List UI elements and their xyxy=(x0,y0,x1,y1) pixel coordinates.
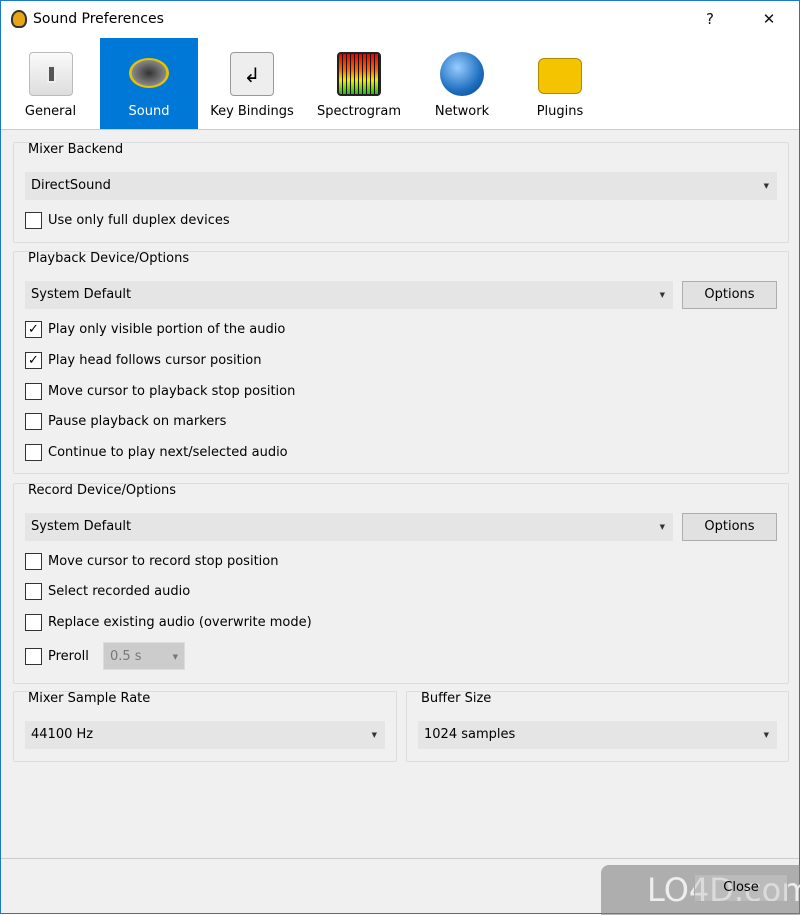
checkbox-label: Select recorded audio xyxy=(48,583,191,599)
select-value: DirectSound xyxy=(31,178,111,193)
playback-device-select[interactable]: System Default ▼ xyxy=(25,281,673,309)
checkbox-box[interactable] xyxy=(25,647,42,665)
spectrogram-icon xyxy=(337,52,381,96)
tab-label: Plugins xyxy=(536,104,584,119)
tab-label: Spectrogram xyxy=(317,104,401,119)
checkbox-label: Replace existing audio (overwrite mode) xyxy=(48,614,312,630)
dropdown-arrow-icon: ▼ xyxy=(763,182,769,190)
option-checkbox[interactable]: Replace existing audio (overwrite mode) xyxy=(25,613,312,631)
group-label: Playback Device/Options xyxy=(28,251,190,266)
lego-brick-icon xyxy=(538,58,582,94)
preroll-spinbox: 0.5 s ▼ xyxy=(103,642,185,670)
tab-bar: General Sound ↲ Key Bindings Spectrogram… xyxy=(1,38,799,130)
dropdown-arrow-icon: ▼ xyxy=(659,291,665,299)
tab-network[interactable]: Network xyxy=(412,38,512,129)
tab-spectrogram[interactable]: Spectrogram xyxy=(306,38,412,129)
checkbox-box[interactable]: ✓ xyxy=(25,320,42,338)
full-duplex-checkbox[interactable]: Use only full duplex devices xyxy=(25,211,230,229)
spin-arrow-icon: ▼ xyxy=(172,653,178,661)
help-button[interactable]: ? xyxy=(695,7,725,31)
select-value: System Default xyxy=(31,519,132,534)
group-label: Mixer Backend xyxy=(28,142,124,157)
close-button[interactable]: Close xyxy=(694,874,788,902)
select-value: System Default xyxy=(31,287,132,302)
option-checkbox[interactable]: Move cursor to record stop position xyxy=(25,552,278,570)
checkbox-label: Continue to play next/selected audio xyxy=(48,444,288,460)
tab-sound[interactable]: Sound xyxy=(100,38,198,129)
dropdown-arrow-icon: ▼ xyxy=(763,731,769,739)
checkbox-label: Pause playback on markers xyxy=(48,413,227,429)
checkbox-box[interactable] xyxy=(25,552,42,570)
option-checkbox[interactable]: Move cursor to playback stop position xyxy=(25,382,295,400)
title-bar: Sound Preferences ? ✕ xyxy=(1,1,799,38)
dropdown-arrow-icon: ▼ xyxy=(659,523,665,531)
sound-preferences-window: Sound Preferences ? ✕ General Sound ↲ Ke… xyxy=(0,0,800,915)
checkbox-box[interactable] xyxy=(25,382,42,400)
checkbox-label: Play only visible portion of the audio xyxy=(48,321,286,337)
tab-label: Sound xyxy=(128,104,170,119)
toggle-switch-icon xyxy=(28,52,73,96)
checkbox-label: Use only full duplex devices xyxy=(48,212,230,228)
spin-value: 0.5 s xyxy=(110,649,142,664)
tab-label: Key Bindings xyxy=(210,104,294,119)
speaker-icon xyxy=(127,52,171,96)
mixer-backend-select[interactable]: DirectSound ▼ xyxy=(25,172,777,200)
tab-general[interactable]: General xyxy=(1,38,100,129)
playback-options-button[interactable]: Options xyxy=(682,281,777,309)
tab-label: General xyxy=(24,104,77,119)
close-window-button[interactable]: ✕ xyxy=(754,7,784,31)
tab-plugins[interactable]: Plugins xyxy=(512,38,608,129)
group-label: Mixer Sample Rate xyxy=(28,691,151,706)
tab-label: Network xyxy=(434,104,490,119)
group-label: Buffer Size xyxy=(421,691,492,706)
globe-icon xyxy=(440,52,484,96)
select-value: 1024 samples xyxy=(424,727,516,742)
record-device-select[interactable]: System Default ▼ xyxy=(25,513,673,541)
dropdown-arrow-icon: ▼ xyxy=(371,731,377,739)
option-checkbox[interactable]: Continue to play next/selected audio xyxy=(25,443,288,461)
footer-divider xyxy=(1,858,799,859)
option-checkbox[interactable]: ✓ Play only visible portion of the audio xyxy=(25,320,285,338)
option-checkbox[interactable]: Select recorded audio xyxy=(25,582,190,600)
checkbox-label: Play head follows cursor position xyxy=(48,352,262,368)
checkbox-box[interactable] xyxy=(25,211,42,229)
option-checkbox[interactable]: ✓ Play head follows cursor position xyxy=(25,351,262,369)
checkbox-label: Move cursor to playback stop position xyxy=(48,383,296,399)
checkbox-box[interactable] xyxy=(25,412,42,430)
tab-key-bindings[interactable]: ↲ Key Bindings xyxy=(198,38,306,129)
record-options-button[interactable]: Options xyxy=(682,513,777,541)
checkbox-box[interactable] xyxy=(25,582,42,600)
sample-rate-select[interactable]: 44100 Hz ▼ xyxy=(25,721,385,749)
checkbox-box[interactable] xyxy=(25,443,42,461)
option-checkbox[interactable]: Pause playback on markers xyxy=(25,412,226,430)
group-label: Record Device/Options xyxy=(28,483,177,498)
select-value: 44100 Hz xyxy=(31,727,94,742)
checkbox-label: Move cursor to record stop position xyxy=(48,553,279,569)
checkbox-box[interactable] xyxy=(25,613,42,631)
app-icon xyxy=(11,10,27,28)
enter-key-icon: ↲ xyxy=(230,52,274,96)
window-title: Sound Preferences xyxy=(33,11,164,27)
checkbox-box[interactable]: ✓ xyxy=(25,351,42,369)
buffer-size-select[interactable]: 1024 samples ▼ xyxy=(418,721,777,749)
option-checkbox[interactable]: Preroll xyxy=(25,647,89,665)
checkbox-label: Preroll xyxy=(48,648,89,664)
